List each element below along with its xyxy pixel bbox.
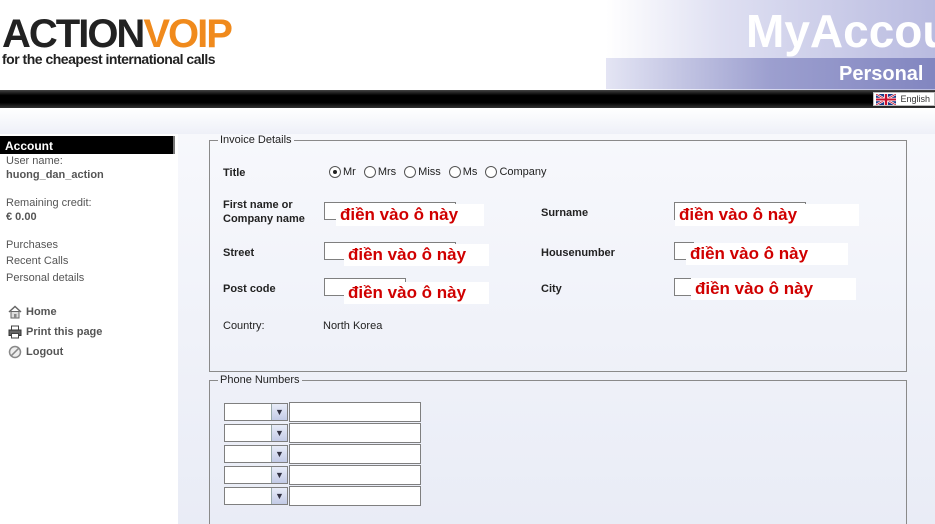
- page-subtitle: Personal: [839, 63, 924, 85]
- sidebar: Account User name: huong_dan_action Rema…: [0, 134, 178, 524]
- radio-ms[interactable]: Ms: [448, 166, 478, 178]
- language-bar: English: [0, 92, 935, 134]
- housenumber-label: Housenumber: [541, 247, 615, 259]
- top-divider-bar: [0, 90, 935, 108]
- username-label: User name:: [6, 155, 63, 167]
- home-icon: [8, 305, 22, 319]
- nav-print-label: Print this page: [26, 326, 103, 338]
- country-label: Country:: [223, 320, 265, 332]
- nav-logout-label: Logout: [26, 346, 64, 358]
- radio-ms-circle[interactable]: [448, 166, 461, 178]
- street-label: Street: [223, 247, 255, 259]
- radio-mrs-label: Mrs: [377, 166, 397, 178]
- chevron-down-icon[interactable]: ▼: [271, 446, 287, 462]
- title-label: Title: [223, 167, 246, 179]
- firstname-label: First name or Company name: [223, 199, 305, 225]
- phone-number-input-4[interactable]: [289, 465, 421, 485]
- nav-home[interactable]: Home: [8, 305, 57, 319]
- phone-country-select-1[interactable]: ▼: [224, 403, 288, 421]
- radio-miss[interactable]: Miss: [404, 166, 441, 178]
- radio-mrs[interactable]: Mrs: [363, 166, 397, 178]
- phone-country-select-2[interactable]: ▼: [224, 424, 288, 442]
- radio-miss-circle[interactable]: [404, 166, 417, 178]
- phone-country-select-5[interactable]: ▼: [224, 487, 288, 505]
- chevron-down-icon[interactable]: ▼: [271, 425, 287, 441]
- radio-ms-label: Ms: [462, 166, 478, 178]
- phone-number-input-3[interactable]: [289, 444, 421, 464]
- city-label: City: [541, 283, 562, 295]
- surname-hint: điền vào ô này: [675, 204, 859, 226]
- logo[interactable]: ACTIONVOIP: [2, 12, 233, 56]
- chevron-down-icon[interactable]: ▼: [271, 467, 287, 483]
- logo-voip-text: VOIP: [143, 12, 233, 56]
- sidebar-link-purchases[interactable]: Purchases: [6, 239, 58, 251]
- main-content: Invoice Details Title Mr Mrs Miss Ms Com…: [178, 134, 935, 524]
- radio-company-circle[interactable]: [485, 166, 498, 178]
- phone-number-input-1[interactable]: [289, 402, 421, 422]
- printer-icon: [8, 325, 22, 339]
- radio-mr-circle[interactable]: [329, 166, 341, 178]
- phone-numbers-legend: Phone Numbers: [220, 374, 300, 386]
- phone-number-input-2[interactable]: [289, 423, 421, 443]
- sidebar-link-personal-details[interactable]: Personal details: [6, 272, 84, 284]
- postcode-label: Post code: [223, 283, 276, 295]
- postcode-hint: điền vào ô này: [344, 282, 489, 304]
- firstname-hint: điền vào ô này: [336, 204, 484, 226]
- title-radio-group: Mr Mrs Miss Ms Company: [329, 166, 555, 178]
- logout-icon: [8, 345, 22, 359]
- chevron-down-icon[interactable]: ▼: [271, 404, 287, 420]
- surname-label: Surname: [541, 207, 589, 219]
- language-selector[interactable]: English: [873, 92, 935, 106]
- credit-label: Remaining credit:: [6, 197, 92, 209]
- language-label: English: [900, 94, 930, 104]
- nav-logout[interactable]: Logout: [8, 345, 63, 359]
- nav-print[interactable]: Print this page: [8, 325, 102, 339]
- chevron-down-icon[interactable]: ▼: [271, 488, 287, 504]
- logo-tagline: for the cheapest international calls: [2, 51, 216, 67]
- phone-country-select-4[interactable]: ▼: [224, 466, 288, 484]
- phone-number-input-5[interactable]: [289, 486, 421, 506]
- sidebar-heading: Account: [0, 136, 175, 154]
- street-hint: điền vào ô này: [344, 244, 489, 266]
- housenumber-hint: điền vào ô này: [686, 243, 848, 265]
- header-band: Personal: [606, 58, 935, 89]
- city-hint: điền vào ô này: [691, 278, 856, 300]
- credit-value: € 0.00: [6, 211, 37, 223]
- phone-country-select-3[interactable]: ▼: [224, 445, 288, 463]
- radio-mr-label: Mr: [343, 166, 356, 178]
- nav-home-label: Home: [26, 306, 57, 318]
- radio-mrs-circle[interactable]: [363, 166, 376, 178]
- radio-company[interactable]: Company: [485, 166, 547, 178]
- invoice-details-legend: Invoice Details: [220, 134, 292, 146]
- radio-miss-label: Miss: [418, 166, 441, 178]
- header: ACTIONVOIP for the cheapest internationa…: [0, 0, 935, 90]
- sidebar-link-recent-calls[interactable]: Recent Calls: [6, 255, 68, 267]
- country-value: North Korea: [323, 320, 383, 332]
- logo-action-text: ACTION: [2, 12, 145, 56]
- uk-flag-icon: [876, 93, 897, 105]
- header-banner: MyAccou Personal: [606, 0, 935, 90]
- page-title: MyAccou: [746, 5, 935, 57]
- radio-company-label: Company: [499, 166, 547, 178]
- radio-mr[interactable]: Mr: [329, 166, 356, 178]
- username-value: huong_dan_action: [6, 169, 104, 181]
